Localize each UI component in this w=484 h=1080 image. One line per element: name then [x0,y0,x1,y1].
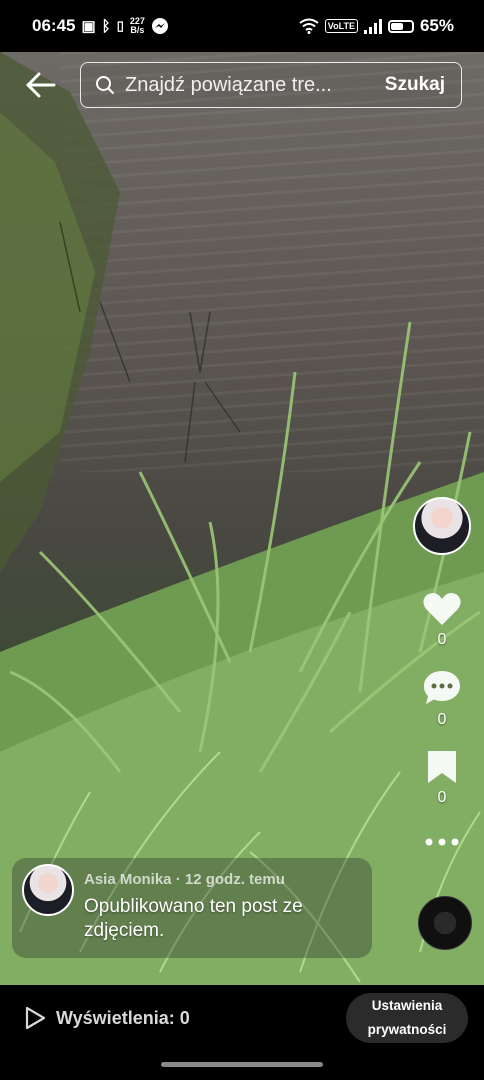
music-disc-icon[interactable] [418,896,472,950]
author-name[interactable]: Asia Monika [84,871,172,888]
privacy-settings-button[interactable]: Ustawienia prywatności [346,993,468,1043]
status-bar: 06:45 ▣ ᛒ ▯ 227 B/s VoLTE 65% [0,0,484,52]
search-input[interactable]: Znajdź powiązane tre... [125,74,373,97]
comment-icon[interactable] [422,669,462,707]
messenger-icon [151,18,168,34]
battery-icon [387,19,414,33]
search-bar[interactable]: Znajdź powiązane tre... Szukaj [80,62,462,108]
post-time: 12 godz. temu [184,871,285,888]
status-time: 06:45 [32,16,76,35]
like-count: 0 [437,631,447,648]
battery-percent: 65% [419,16,454,35]
bookmark-icon[interactable] [426,749,458,785]
heart-icon[interactable] [422,591,462,627]
more-action[interactable] [424,837,460,847]
vibrate-icon: ▯ [116,18,124,33]
post-caption: Opublikowano ten post ze zdjęciem. [84,896,303,941]
comment-count: 0 [437,711,447,728]
search-button[interactable]: Szukaj [385,74,445,96]
play-icon [25,1006,46,1030]
volte-badge: VoLTE [324,19,358,33]
status-right: VoLTE 65% [299,16,454,36]
bookmark-action[interactable]: 0 [426,749,458,807]
views-label: Wyświetlenia: 0 [56,1007,190,1028]
action-rail: 0 0 0 [412,497,472,847]
gesture-nav-handle[interactable] [161,1062,323,1067]
privacy-line-1: Ustawienia [371,998,443,1013]
network-speed: 227 B/s [129,16,145,35]
meta-separator: · [171,871,185,888]
author-avatar[interactable] [413,497,471,555]
nfc-icon: ▣ [81,18,96,35]
search-icon [96,76,114,94]
views-counter: Wyświetlenia: 0 [24,1006,190,1030]
post-meta: Asia Monika · 12 godz. temu [84,871,285,888]
like-action[interactable]: 0 [422,591,462,649]
status-left: 06:45 ▣ ᛒ ▯ 227 B/s [32,16,169,36]
privacy-line-2: prywatności [367,1022,447,1037]
back-arrow-icon[interactable] [24,70,58,100]
bluetooth-icon: ᛒ [101,17,111,35]
more-icon[interactable] [424,837,460,847]
bookmark-count: 0 [437,789,447,806]
caption-author-avatar[interactable] [22,864,74,916]
signal-icon [363,18,382,34]
wifi-icon [299,18,319,34]
comment-action[interactable]: 0 [422,669,462,729]
